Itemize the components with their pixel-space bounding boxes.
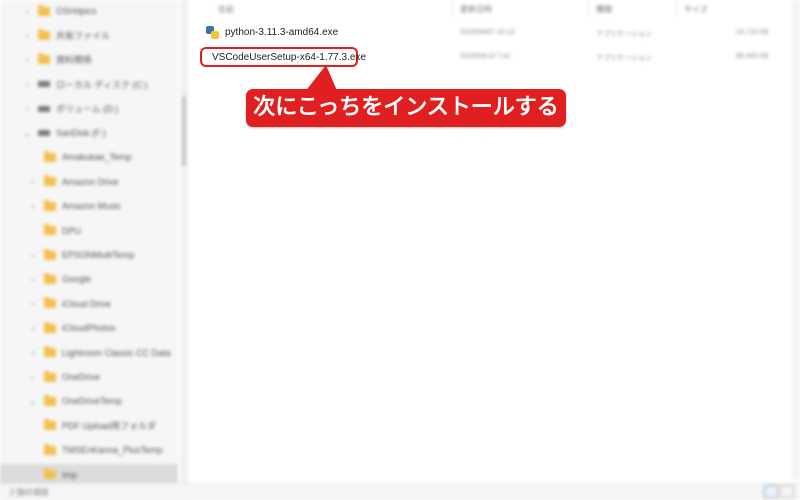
- drive-icon: [38, 105, 50, 112]
- sidebar-item[interactable]: › 共有ファイル: [0, 24, 178, 46]
- chevron-right-icon[interactable]: ›: [28, 251, 38, 260]
- sidebar-item-label: TMSEnKanna_PlusTemp: [62, 445, 163, 456]
- content-scrollbar[interactable]: [792, 0, 800, 480]
- sidebar-item[interactable]: › iCloudPhotos: [0, 317, 178, 339]
- sidebar-item-label: Amakukae_Temp: [62, 152, 132, 163]
- chevron-right-icon[interactable]: ›: [28, 373, 38, 382]
- sidebar-item-label: DPU: [62, 225, 82, 236]
- sidebar-item-label: EPSONMultiTemp: [62, 250, 135, 260]
- chevron-down-icon[interactable]: ⌄: [22, 129, 32, 138]
- chevron-down-icon[interactable]: ⌄: [28, 397, 38, 406]
- drive-icon: [38, 81, 50, 88]
- sidebar-item-label: ローカル ディスク (C:): [56, 79, 148, 90]
- status-bar: 2 個の項目: [0, 483, 800, 500]
- sidebar-item-label: Amazon Music: [62, 201, 122, 212]
- folder-icon: [44, 468, 56, 480]
- sidebar-item-label: Google: [62, 274, 92, 285]
- sidebar-item[interactable]: › OneDrive: [0, 366, 178, 388]
- column-header-size[interactable]: サイズ: [684, 4, 708, 15]
- file-size: 86,440 KB: [736, 53, 769, 60]
- file-item-python[interactable]: python-3.11.3-amd64.exe: [206, 23, 338, 41]
- file-type: アプリケーション: [596, 31, 652, 38]
- sidebar-item[interactable]: › Amazon Drive: [0, 171, 178, 193]
- file-size: 24,716 KB: [736, 29, 769, 36]
- chevron-right-icon[interactable]: ›: [22, 31, 32, 40]
- chevron-right-icon[interactable]: ›: [28, 177, 38, 186]
- file-name: python-3.11.3-amd64.exe: [225, 26, 339, 38]
- sidebar-item[interactable]: › 資料関係: [0, 49, 178, 71]
- chevron-right-icon[interactable]: ›: [22, 7, 32, 16]
- file-type: アプリケーション: [596, 55, 652, 62]
- column-header-type[interactable]: 種類: [596, 4, 612, 15]
- sidebar-item-label: Lightroom Classic CC Data: [62, 347, 171, 358]
- chevron-right-icon[interactable]: ›: [28, 202, 38, 211]
- sidebar-item[interactable]: › ローカル ディスク (C:): [0, 73, 178, 95]
- folder-icon: [44, 248, 56, 260]
- folder-icon: [44, 394, 56, 406]
- column-header-name[interactable]: 名前: [218, 4, 234, 15]
- sidebar-item[interactable]: › EPSONMultiTemp: [0, 244, 178, 266]
- sidebar-item-label: iCloud Drive: [62, 298, 112, 309]
- folder-icon: [44, 370, 56, 382]
- folder-icon: [44, 443, 56, 455]
- folder-icon: [44, 321, 56, 333]
- instruction-callout: 次にこっちをインストールする: [246, 89, 566, 127]
- navigation-pane: › OSHdpics › 共有ファイル › 資料関係 › ローカル ディスク (C:) › ボリュ…: [0, 0, 178, 500]
- sidebar-item[interactable]: › ボリューム (D:): [0, 98, 178, 120]
- chevron-right-icon[interactable]: ›: [28, 299, 38, 308]
- sidebar-item-label: PDF Upload用フォルダ: [62, 421, 157, 432]
- file-date: 2023/04/07 10:13: [460, 29, 515, 36]
- column-header-row: 名前 更新日時 種類 サイズ: [190, 0, 800, 16]
- sidebar-item[interactable]: ⌄ SanDisk (F:): [0, 122, 178, 144]
- sidebar-item[interactable]: › Amazon Music: [0, 195, 178, 217]
- sidebar-item-label: 資料関係: [56, 55, 93, 66]
- sidebar-item[interactable]: › iCloud Drive: [0, 293, 178, 315]
- folder-icon: [44, 199, 56, 211]
- folder-icon: [38, 53, 50, 65]
- sidebar-item-label: iCloudPhotos: [62, 323, 116, 334]
- python-installer-icon: [206, 25, 219, 39]
- sidebar-item-label: OneDriveTemp: [62, 396, 123, 407]
- item-count: 2 個の項目: [10, 488, 49, 497]
- sidebar-item-label: OSHdpics: [56, 6, 97, 16]
- sidebar-item[interactable]: Amakukae_Temp: [0, 146, 178, 168]
- chevron-right-icon[interactable]: ›: [28, 324, 38, 333]
- chevron-right-icon[interactable]: ›: [28, 275, 38, 284]
- sidebar-item[interactable]: ⌄ OneDriveTemp: [0, 390, 178, 412]
- folder-icon: [44, 297, 56, 309]
- folder-icon: [38, 28, 50, 40]
- file-name: VSCodeUserSetup-x64-1.77.3.exe: [212, 51, 366, 63]
- folder-icon: [44, 175, 56, 187]
- sidebar-item-label: tmp: [62, 469, 78, 480]
- folder-icon: [44, 272, 56, 284]
- large-icons-view-button[interactable]: [780, 485, 794, 498]
- sidebar-item[interactable]: › OSHdpics: [0, 0, 178, 22]
- sidebar-item-label: ボリューム (D:): [56, 104, 119, 115]
- sidebar-item-label: SanDisk (F:): [56, 128, 107, 138]
- chevron-right-icon[interactable]: ›: [22, 55, 32, 64]
- folder-icon: [38, 4, 50, 16]
- chevron-right-icon[interactable]: ›: [22, 104, 32, 113]
- navigation-pane-scrollbar[interactable]: [180, 0, 188, 500]
- folder-icon: [44, 150, 56, 162]
- folder-icon: [44, 224, 56, 236]
- sidebar-item-label: 共有ファイル: [56, 30, 111, 41]
- sidebar-item[interactable]: PDF Upload用フォルダ: [0, 415, 178, 437]
- details-view-button[interactable]: [764, 485, 778, 498]
- chevron-right-icon[interactable]: ›: [22, 80, 32, 89]
- drive-icon: [38, 130, 50, 136]
- sidebar-item[interactable]: DPU: [0, 220, 178, 242]
- scrollbar-thumb[interactable]: [182, 96, 186, 166]
- chevron-right-icon[interactable]: ›: [28, 348, 38, 357]
- folder-icon: [44, 419, 56, 431]
- sidebar-item[interactable]: › Google: [0, 268, 178, 290]
- sidebar-item-label: Amazon Drive: [62, 176, 119, 187]
- column-header-date[interactable]: 更新日時: [460, 4, 492, 15]
- folder-icon: [44, 346, 56, 358]
- sidebar-item[interactable]: TMSEnKanna_PlusTemp: [0, 439, 178, 461]
- sidebar-item-label: OneDrive: [62, 372, 101, 382]
- sidebar-item[interactable]: › Lightroom Classic CC Data: [0, 342, 178, 364]
- file-date: 2023/04/13 7:41: [460, 53, 511, 60]
